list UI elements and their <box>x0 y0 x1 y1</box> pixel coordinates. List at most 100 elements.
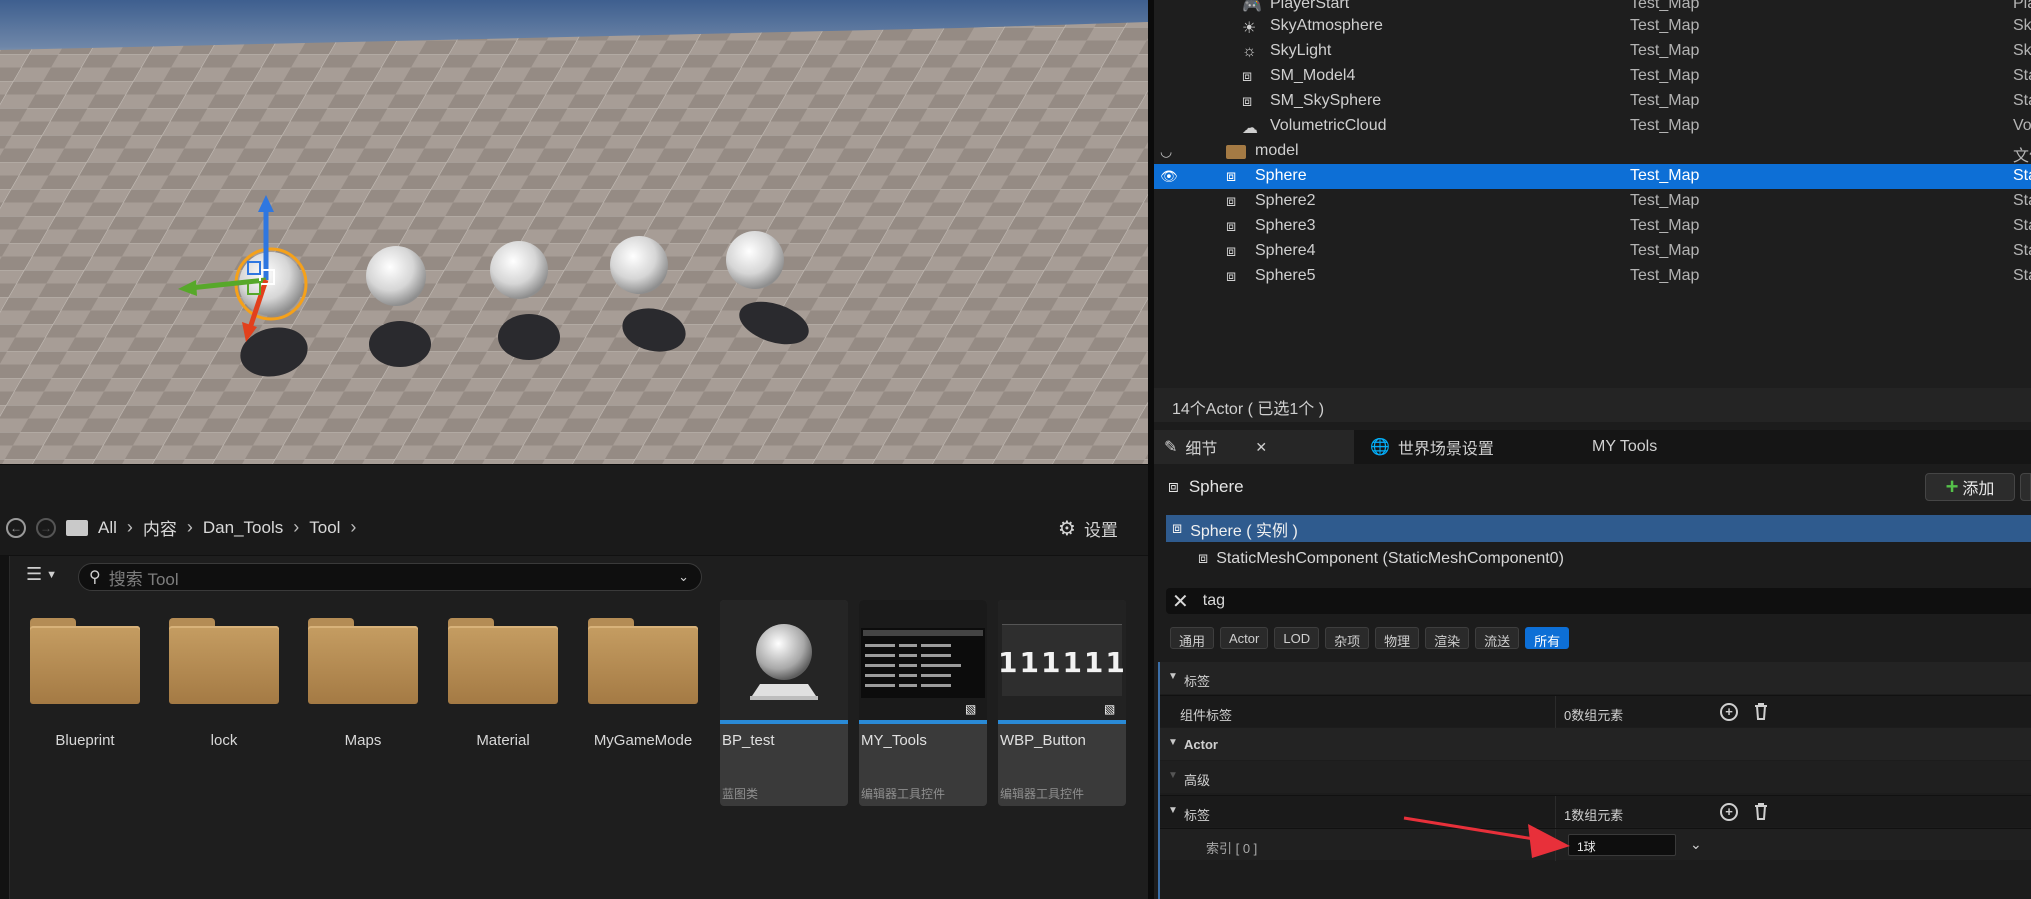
actor-name: VolumetricCloud <box>1270 117 1387 134</box>
back-icon[interactable]: ← <box>6 517 26 538</box>
actor-name: Sphere4 <box>1255 242 1316 259</box>
actor-level: Test_Map <box>1630 167 1700 184</box>
search-value: tag <box>1202 592 1226 609</box>
chevron-down-icon[interactable]: ⌄ <box>678 569 689 585</box>
category-actor[interactable]: ▼ Actor <box>1160 728 2031 760</box>
outliner-row[interactable]: ⧈ SM_SkySphere Test_Map StaticM <box>1154 89 2031 114</box>
actor-level: Test_Map <box>1630 117 1700 134</box>
property-label: 索引 [ 0 ] <box>1206 841 1258 856</box>
details-search-input[interactable]: ✕ tag <box>1166 588 2031 614</box>
level-viewport[interactable] <box>0 0 1148 464</box>
filter-general[interactable]: 通用 <box>1170 627 1215 649</box>
filter-misc[interactable]: 杂项 <box>1325 627 1370 649</box>
eye-closed-icon[interactable]: ◡ <box>1160 143 1182 160</box>
outliner-row[interactable]: ☼ SkyLight Test_Map SkyLig <box>1154 39 2031 64</box>
unreal-editor-window: ← → All › 内容 › Dan_Tools › Tool › ⚙ 设置 ☰… <box>0 0 2031 899</box>
actor-type: SkyLig <box>2013 42 2031 59</box>
actor-type: StaticM <box>2013 167 2031 184</box>
chevron-down-icon: ▼ <box>46 568 58 581</box>
blueprint-button[interactable] <box>2020 473 2031 501</box>
tab-my-tools[interactable]: MY Tools <box>1582 430 1667 464</box>
folder-tile-lock[interactable]: lock <box>161 612 281 772</box>
column-separator <box>1555 829 1556 861</box>
filter-streaming[interactable]: 流送 <box>1475 627 1520 649</box>
breadcrumb-chevron-icon[interactable]: › <box>350 517 356 538</box>
sky-atmosphere-icon: ☀ <box>1242 20 1257 37</box>
component-tree-root[interactable]: ⧈ Sphere ( 实例 ) <box>1166 515 2031 542</box>
settings-button[interactable]: ⚙ 设置 <box>1058 500 1148 556</box>
filter-actor[interactable]: Actor <box>1220 627 1269 649</box>
world-outliner: 🎮 PlayerStart Test_Map PlayerS ☀ SkyAtmo… <box>1154 0 2031 422</box>
tab-details[interactable]: ✎ 细节 ✕ <box>1154 430 1354 464</box>
outliner-row[interactable]: ☀ SkyAtmosphere Test_Map SkyAtn <box>1154 14 2031 39</box>
outliner-row[interactable]: ⧈ SM_Model4 Test_Map StaticM <box>1154 64 2031 89</box>
add-element-icon[interactable]: + <box>1720 803 1738 821</box>
static-mesh-icon: ⧈ <box>1242 68 1253 85</box>
asset-tile-bp-test[interactable]: BP_test 蓝图类 <box>720 600 848 806</box>
outliner-row[interactable]: ◡ model 文件夹 <box>1154 139 2031 165</box>
asset-search-input[interactable]: ⚲ 搜索 Tool ⌄ <box>78 563 702 591</box>
actor-type: StaticM <box>2013 67 2031 84</box>
actor-name: PlayerStart <box>1270 0 1350 12</box>
folder-tile-material[interactable]: Material <box>440 612 560 772</box>
tab-world-settings[interactable]: 🌐 世界场景设置 <box>1360 430 1504 464</box>
collapse-arrow-icon[interactable]: ▼ <box>1168 805 1178 816</box>
actor-name: Sphere <box>1255 167 1307 184</box>
filter-rendering[interactable]: 渲染 <box>1425 627 1470 649</box>
filter-lod[interactable]: LOD <box>1274 627 1320 649</box>
folder-tile-blueprint[interactable]: Blueprint <box>22 612 142 772</box>
chevron-down-icon[interactable]: ⌄ <box>1690 836 1702 853</box>
category-tags[interactable]: ▼ 标签 <box>1160 662 2031 694</box>
static-mesh-icon: ⧈ <box>1226 268 1237 285</box>
filter-physics[interactable]: 物理 <box>1375 627 1420 649</box>
forward-icon[interactable]: → <box>36 517 56 538</box>
collapse-arrow-icon: ▼ <box>1168 737 1178 748</box>
category-advanced[interactable]: ▼ 高级 <box>1160 761 2031 793</box>
details-filter-bar: 通用 Actor LOD 杂项 物理 渲染 流送 所有 <box>1170 627 1570 651</box>
breadcrumb-chevron-icon[interactable]: › <box>293 517 299 538</box>
component-tree-item[interactable]: ⧈ StaticMeshComponent (StaticMeshCompone… <box>1166 546 2031 572</box>
clear-search-icon[interactable]: ✕ <box>1172 589 1189 614</box>
search-icon: ⚲ <box>89 569 101 586</box>
asset-tile-wbp-button[interactable]: 111111 ▧ WBP_Button 编辑器工具控件 <box>998 600 1126 806</box>
breadcrumb-tool[interactable]: Tool <box>309 518 340 538</box>
folder-label: MyGameMode <box>593 732 693 749</box>
trash-icon[interactable] <box>1754 802 1768 820</box>
add-element-icon[interactable]: + <box>1720 703 1738 721</box>
outliner-row[interactable]: ⧈ Sphere2 Test_Map StaticM <box>1154 189 2031 214</box>
pencil-icon: ✎ <box>1164 439 1178 456</box>
outliner-row-selected[interactable]: 👁 ⧈ Sphere Test_Map StaticM <box>1154 164 2031 189</box>
eye-icon[interactable]: 👁 <box>1160 168 1182 185</box>
add-component-button[interactable]: + 添加 <box>1925 473 2015 501</box>
static-mesh-icon: ⧈ <box>1226 243 1237 260</box>
static-mesh-icon: ⧈ <box>1172 519 1183 537</box>
tag-value-input[interactable]: 1球 <box>1568 834 1676 856</box>
asset-tile-my-tools[interactable]: ▧ MY_Tools 编辑器工具控件 <box>859 600 987 806</box>
component-label: StaticMeshComponent (StaticMeshComponent… <box>1216 550 1564 567</box>
actor-name: SkyAtmosphere <box>1270 17 1383 34</box>
outliner-row[interactable]: ⧈ Sphere5 Test_Map StaticM <box>1154 264 2031 289</box>
folder-tile-mygamemode[interactable]: MyGameMode <box>580 612 700 772</box>
breadcrumb-all[interactable]: All <box>98 518 117 538</box>
actor-type: 文件夹 <box>2013 148 2031 165</box>
outliner-row[interactable]: ☁ VolumetricCloud Test_Map Volum <box>1154 114 2031 139</box>
breadcrumb-content[interactable]: 内容 <box>143 515 177 540</box>
filter-all[interactable]: 所有 <box>1525 627 1570 649</box>
blueprint-thumbnail <box>720 600 848 722</box>
outliner-row[interactable]: ⧈ Sphere4 Test_Map StaticM <box>1154 239 2031 264</box>
close-icon[interactable]: ✕ <box>1255 439 1267 456</box>
breadcrumb-chevron-icon[interactable]: › <box>127 517 133 538</box>
trash-icon[interactable] <box>1754 702 1768 720</box>
collapsed-sources-panel[interactable] <box>0 556 10 899</box>
asset-type: 编辑器工具控件 <box>861 787 946 801</box>
static-mesh-icon: ⧈ <box>1226 193 1237 210</box>
filter-button[interactable]: ☰ ▼ <box>26 564 57 585</box>
breadcrumb-dan-tools[interactable]: Dan_Tools <box>203 518 283 538</box>
folder-icon[interactable] <box>66 519 88 536</box>
breadcrumb-chevron-icon[interactable]: › <box>187 517 193 538</box>
property-list: ▼ 标签 组件标签 0数组元素 + ▼ Actor ▼ 高级 ▼ 标签 1数组元… <box>1158 662 2031 899</box>
plus-icon: + <box>1945 474 1959 499</box>
folder-tile-maps[interactable]: Maps <box>300 612 420 772</box>
folder-icon <box>588 618 698 704</box>
outliner-row[interactable]: ⧈ Sphere3 Test_Map StaticM <box>1154 214 2031 239</box>
